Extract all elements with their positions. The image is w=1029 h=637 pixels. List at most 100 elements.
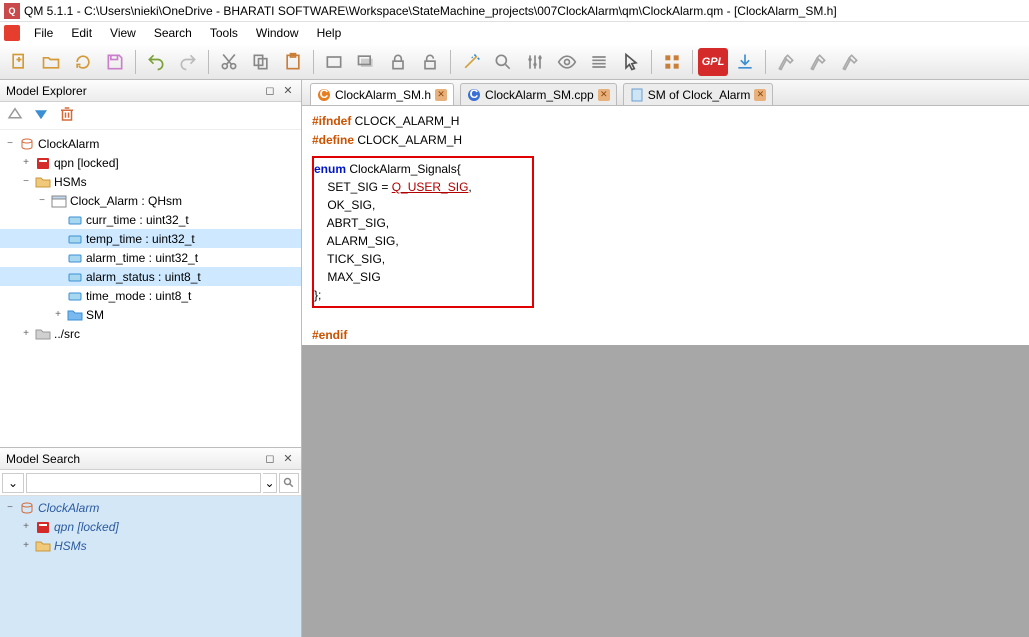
menu-tools[interactable]: Tools — [202, 24, 246, 42]
tree-item-icon — [67, 250, 83, 266]
editor-empty-area — [302, 345, 1029, 637]
cut-button[interactable] — [214, 48, 244, 76]
undo-button[interactable] — [141, 48, 171, 76]
tree-item-icon — [67, 307, 83, 323]
tree-item[interactable]: temp_time : uint32_t — [0, 229, 301, 248]
copy-button[interactable] — [246, 48, 276, 76]
hammer2-button[interactable] — [803, 48, 833, 76]
tree-item-icon — [35, 174, 51, 190]
search-history-dropdown[interactable]: ⌄ — [263, 473, 277, 493]
search-float-button[interactable]: ◻ — [263, 452, 277, 466]
app-icon: Q — [4, 3, 20, 19]
download-button[interactable] — [730, 48, 760, 76]
tree-item-icon — [67, 269, 83, 285]
tab-icon: C — [317, 88, 331, 102]
lock-button[interactable] — [383, 48, 413, 76]
tree-item[interactable]: +../src — [0, 324, 301, 343]
tree-item-icon — [67, 288, 83, 304]
search-go-button[interactable] — [279, 473, 299, 493]
tree-item-icon — [51, 193, 67, 209]
move-down-icon[interactable] — [32, 105, 50, 126]
editor-tab[interactable]: SM of Clock_Alarm✕ — [623, 83, 774, 105]
app-menu-icon[interactable] — [4, 25, 20, 41]
search-input[interactable] — [26, 473, 261, 493]
grid-button[interactable] — [657, 48, 687, 76]
tree-item[interactable]: alarm_status : uint8_t — [0, 267, 301, 286]
open-button[interactable] — [36, 48, 66, 76]
menu-file[interactable]: File — [26, 24, 61, 42]
tab-label: ClockAlarm_SM.cpp — [485, 88, 594, 102]
package-icon — [19, 136, 35, 152]
panel-float-button[interactable]: ◻ — [263, 84, 277, 98]
tab-close-button[interactable]: ✕ — [598, 89, 610, 101]
move-up-icon[interactable] — [6, 105, 24, 126]
unlock-button[interactable] — [415, 48, 445, 76]
tree-item[interactable]: +qpn [locked] — [0, 153, 301, 172]
tree-item-icon — [35, 326, 51, 342]
rect-tool-button[interactable] — [319, 48, 349, 76]
tree-item[interactable]: curr_time : uint32_t — [0, 210, 301, 229]
gpl-button[interactable]: GPL — [698, 48, 728, 76]
menu-search[interactable]: Search — [146, 24, 200, 42]
paste-button[interactable] — [278, 48, 308, 76]
redo-button[interactable] — [173, 48, 203, 76]
tab-label: SM of Clock_Alarm — [648, 88, 751, 102]
search-tree-item[interactable]: +qpn [locked] — [0, 517, 301, 536]
delete-icon[interactable] — [58, 105, 76, 126]
hammer3-button[interactable] — [835, 48, 865, 76]
search-close-button[interactable]: ✕ — [281, 452, 295, 466]
search-type-dropdown[interactable]: ⌄ — [2, 473, 24, 493]
pointer-button[interactable] — [616, 48, 646, 76]
tree-item-icon — [35, 519, 51, 535]
reload-button[interactable] — [68, 48, 98, 76]
menu-window[interactable]: Window — [248, 24, 307, 42]
tree-item[interactable]: alarm_time : uint32_t — [0, 248, 301, 267]
editor-tab[interactable]: C ClockAlarm_SM.cpp ✕ — [460, 83, 617, 105]
tree-item-icon — [35, 155, 51, 171]
tree-item[interactable]: −HSMs — [0, 172, 301, 191]
model-explorer-title: Model Explorer — [6, 84, 87, 98]
main-toolbar: GPL — [0, 44, 1029, 80]
tree-item[interactable]: +SM — [0, 305, 301, 324]
window-title: QM 5.1.1 - C:\Users\nieki\OneDrive - BHA… — [24, 4, 837, 18]
tree-item[interactable]: −Clock_Alarm : QHsm — [0, 191, 301, 210]
model-explorer-panel: Model Explorer ◻ ✕ − ClockAlarm +qpn [lo… — [0, 80, 301, 447]
search-results-tree[interactable]: −ClockAlarm+qpn [locked]+HSMs — [0, 496, 301, 637]
explorer-toolbar — [0, 102, 301, 130]
menu-view[interactable]: View — [102, 24, 144, 42]
title-bar: Q QM 5.1.1 - C:\Users\nieki\OneDrive - B… — [0, 0, 1029, 22]
tree-item-icon — [19, 500, 35, 516]
tree-item-icon — [35, 538, 51, 554]
search-tree-item[interactable]: −ClockAlarm — [0, 498, 301, 517]
menu-edit[interactable]: Edit — [63, 24, 100, 42]
code-editor[interactable]: #ifndef CLOCK_ALARM_H #define CLOCK_ALAR… — [302, 106, 1029, 345]
rect-shadow-button[interactable] — [351, 48, 381, 76]
model-search-title: Model Search — [6, 452, 80, 466]
menu-bar: File Edit View Search Tools Window Help — [0, 22, 1029, 44]
tree-item[interactable]: time_mode : uint8_t — [0, 286, 301, 305]
svg-text:C: C — [470, 88, 479, 101]
wand-button[interactable] — [456, 48, 486, 76]
tab-icon: C — [467, 88, 481, 102]
zoom-button[interactable] — [488, 48, 518, 76]
tree-root[interactable]: − ClockAlarm — [0, 134, 301, 153]
tab-label: ClockAlarm_SM.h — [335, 88, 431, 102]
explorer-tree[interactable]: − ClockAlarm +qpn [locked]−HSMs−Clock_Al… — [0, 130, 301, 447]
tree-item-icon — [67, 231, 83, 247]
save-button[interactable] — [100, 48, 130, 76]
panel-close-button[interactable]: ✕ — [281, 84, 295, 98]
search-tree-item[interactable]: +HSMs — [0, 536, 301, 555]
list-button[interactable] — [584, 48, 614, 76]
editor-tabs: CClockAlarm_SM.h✕CClockAlarm_SM.cpp✕SM o… — [302, 80, 1029, 106]
tab-close-button[interactable]: ✕ — [754, 89, 766, 101]
editor-tab[interactable]: C ClockAlarm_SM.h ✕ — [310, 83, 454, 105]
menu-help[interactable]: Help — [309, 24, 350, 42]
sliders-button[interactable] — [520, 48, 550, 76]
eye-button[interactable] — [552, 48, 582, 76]
model-search-panel: Model Search ◻ ✕ ⌄ ⌄ −ClockAlarm+qpn [lo… — [0, 447, 301, 637]
hammer1-button[interactable] — [771, 48, 801, 76]
tree-item-icon — [67, 212, 83, 228]
tab-close-button[interactable]: ✕ — [435, 89, 447, 101]
tab-icon — [630, 88, 644, 102]
new-file-button[interactable] — [4, 48, 34, 76]
